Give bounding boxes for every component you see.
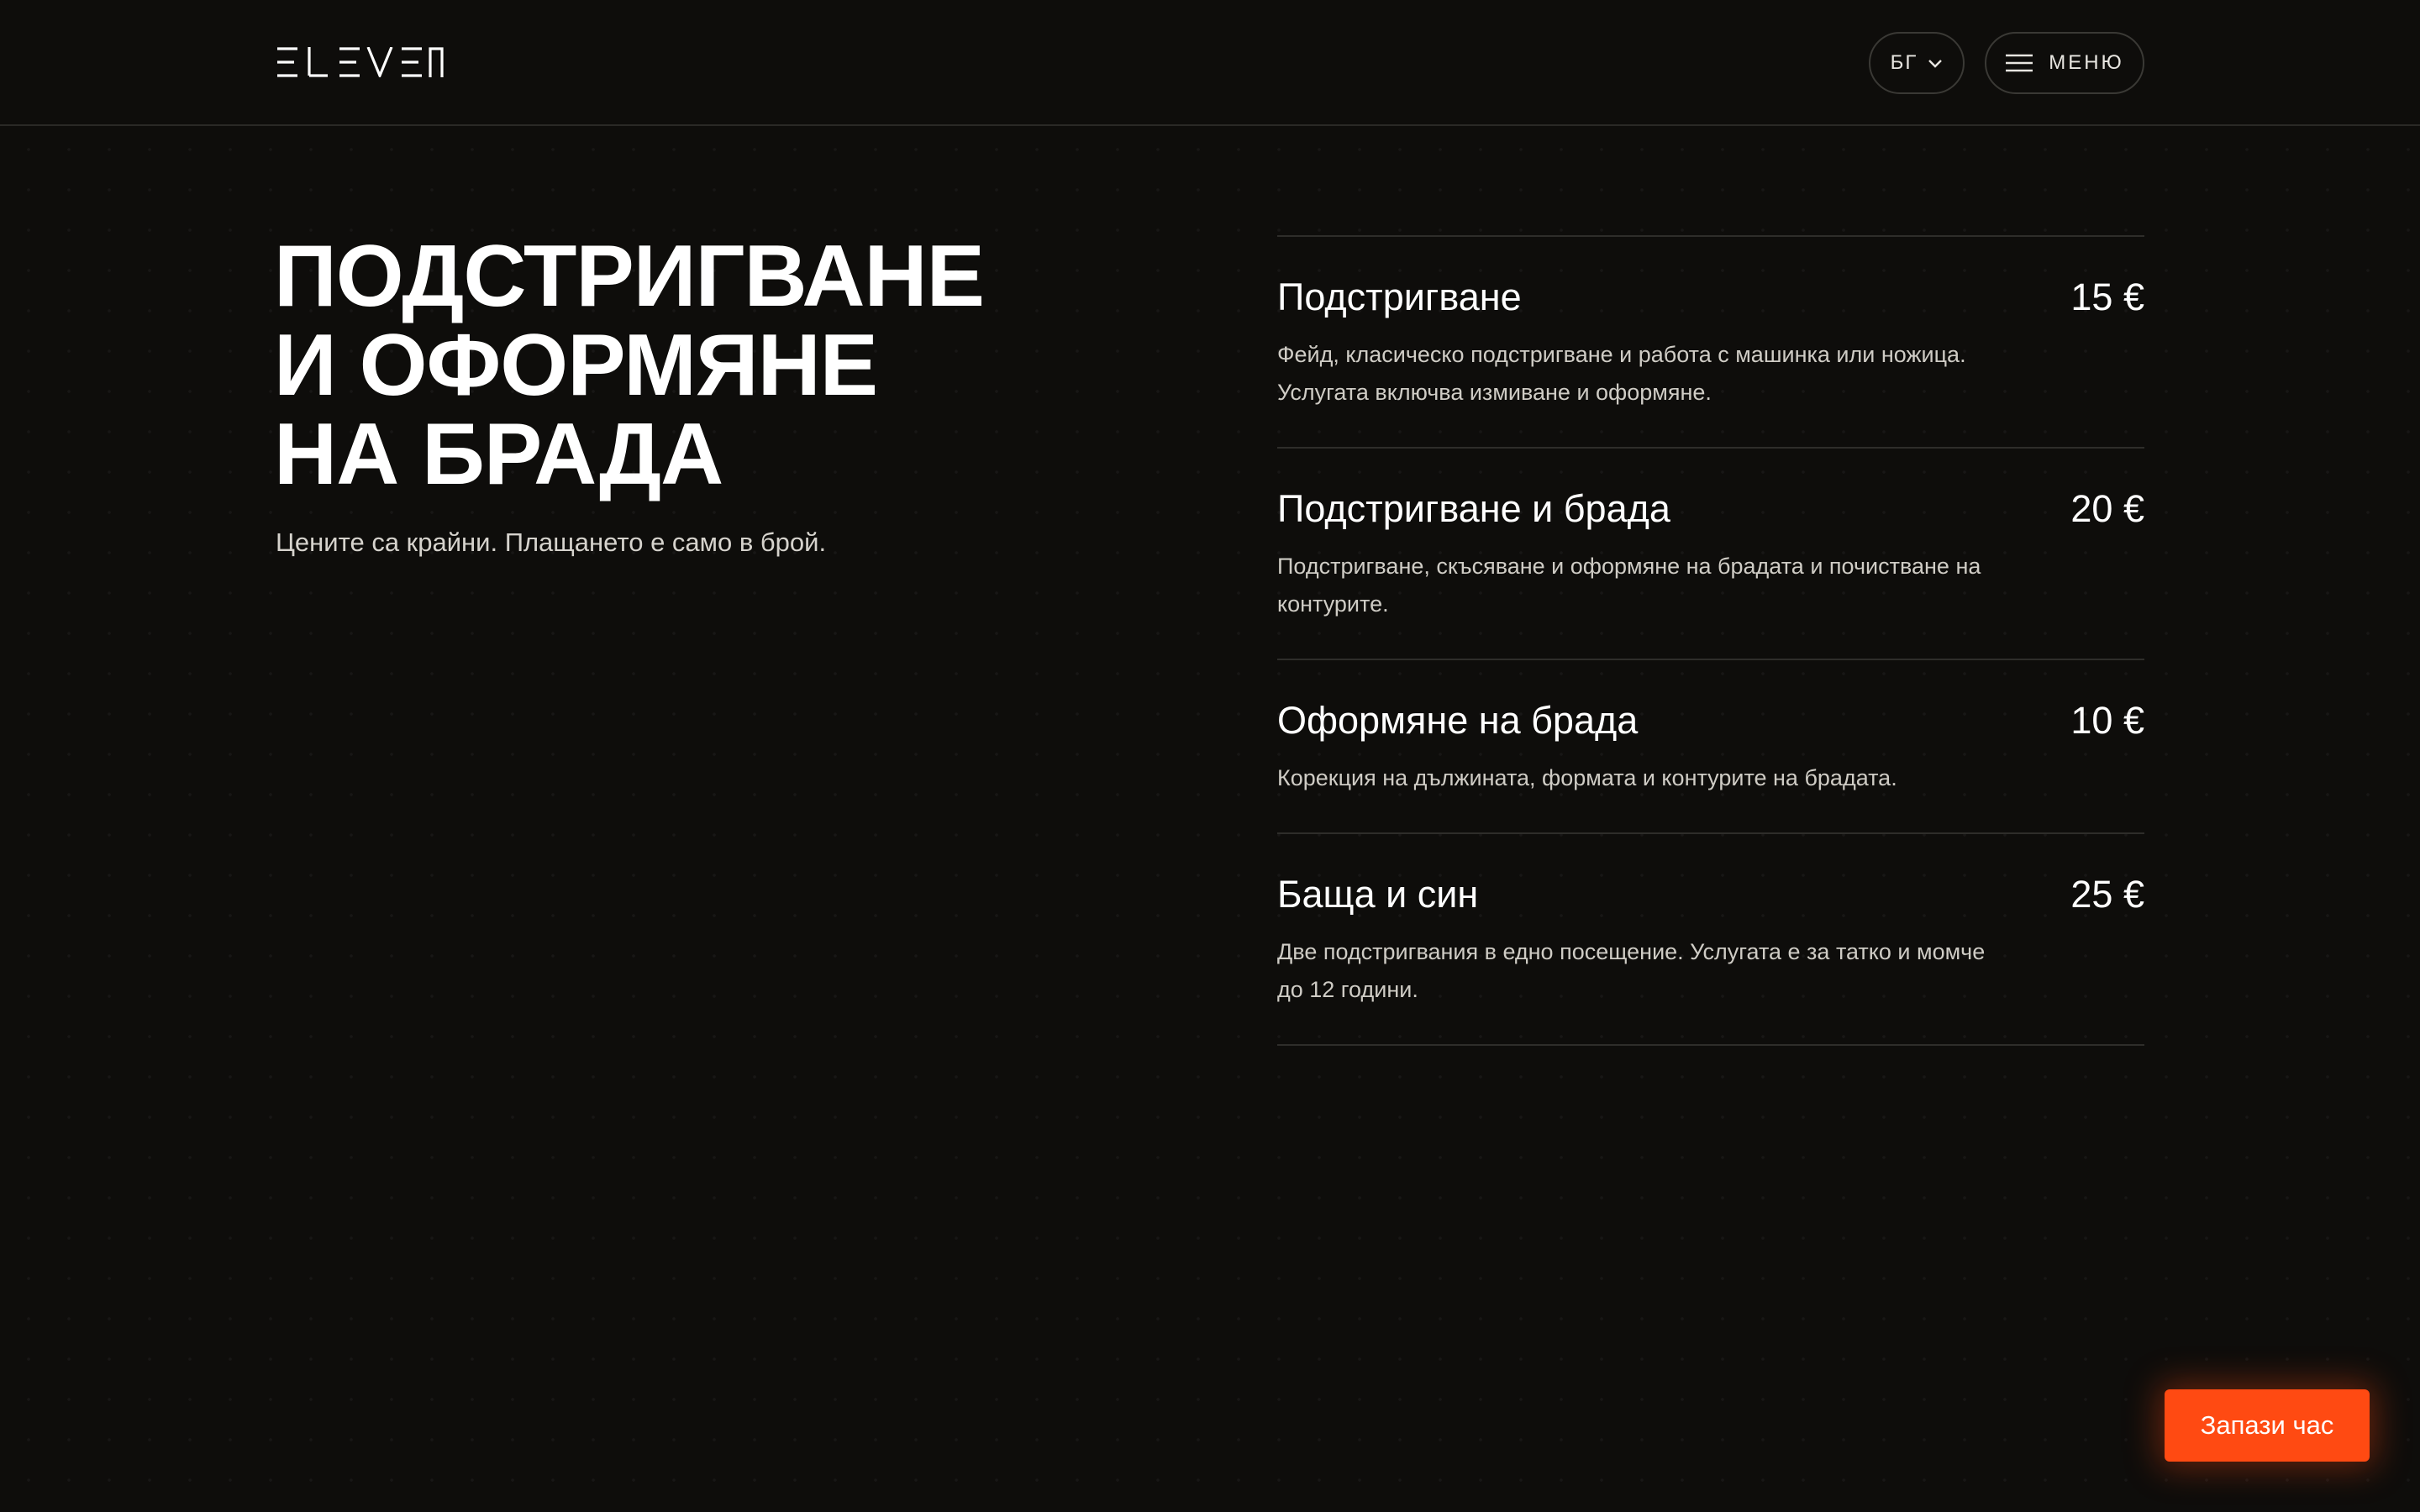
service-item: Оформяне на брада 10 € Корекция на дължи… [1277,660,2144,834]
service-description: Фейд, класическо подстригване и работа с… [1277,342,1966,405]
services-list: Подстригване 15 € Фейд, класическо подст… [1277,235,2144,1046]
menu-label: МЕНЮ [2049,51,2124,74]
menu-button[interactable]: МЕНЮ [1985,32,2144,94]
logo[interactable] [276,46,444,80]
service-name: Оформяне на брада [1277,699,1639,742]
logo-wordmark [277,46,444,80]
service-item: Подстригване и брада 20 € Подстригване, … [1277,449,2144,660]
page-subtitle: Цените са крайни. Плащането е само в бро… [276,528,827,557]
service-name: Подстригване и брада [1277,487,1670,530]
page-title-line: И ОФОРМЯНЕ [274,317,878,414]
language-selector[interactable]: БГ [1869,32,1965,94]
service-item: Баща и син 25 € Две подстригвания в едно… [1277,834,2144,1046]
service-price: 25 € [2070,873,2144,916]
service-description: Подстригване, скъсяване и оформяне на бр… [1277,554,1981,617]
service-name: Баща и син [1277,873,1479,916]
service-name: Подстригване [1277,276,1522,318]
site-header: БГ МЕНЮ [0,0,2420,126]
hamburger-icon [2005,53,2033,73]
page-title-line: ПОДСТРИГВАНЕ [274,228,985,325]
service-price: 10 € [2070,699,2144,742]
chevron-down-icon [1928,58,1943,68]
service-description: Две подстригвания в едно посещение. Услу… [1277,939,1986,1002]
service-price: 20 € [2070,487,2144,530]
page-title-line: НА БРАДА [274,406,723,503]
language-label: БГ [1890,51,1918,74]
service-description: Корекция на дължината, формата и контури… [1277,765,1897,790]
service-price: 15 € [2070,276,2144,318]
page-title: ПОДСТРИГВАНЕ И ОФОРМЯНЕ НА БРАДА [274,232,1114,499]
service-item: Подстригване 15 € Фейд, класическо подст… [1277,237,2144,449]
book-appointment-button[interactable]: Запази час [2165,1389,2370,1462]
